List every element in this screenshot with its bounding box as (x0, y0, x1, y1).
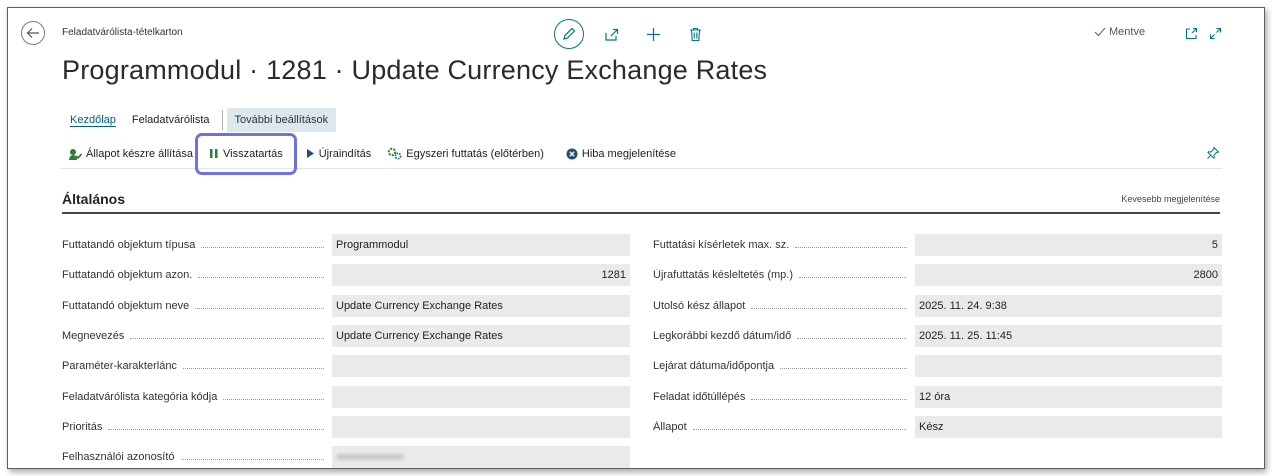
category-code-field[interactable] (332, 385, 630, 408)
field-row: Állapot Kész (653, 412, 1222, 442)
field-label: Futtatandó objektum típusa (62, 239, 324, 251)
field-row: Futtatandó objektum azon. 1281 (62, 260, 630, 290)
field-row: Prioritás (62, 412, 630, 442)
field-label: Utolsó kész állapot (653, 300, 907, 312)
field-row: Felhasználói azonosító (62, 442, 630, 472)
field-label: Futtatandó objektum neve (62, 300, 324, 312)
check-icon (1094, 27, 1106, 37)
breadcrumb: Feladatvárólista-tételkarton (62, 27, 183, 38)
field-row: Megnevezés Update Currency Exchange Rate… (62, 321, 630, 351)
hold-button[interactable]: Visszatartás (195, 132, 297, 175)
rerun-delay-field[interactable]: 2800 (915, 264, 1222, 287)
priority-field[interactable] (332, 415, 630, 438)
arrow-left-icon (26, 28, 39, 38)
field-row: Paraméter-karakterlánc (62, 351, 630, 381)
parameter-string-field[interactable] (332, 355, 630, 378)
field-row: Legkorábbi kezdő dátum/idő 2025. 11. 25.… (653, 321, 1222, 351)
field-label: Futtatandó objektum azon. (62, 269, 324, 281)
general-fields-right: Futtatási kísérletek max. sz. 5 Újrafutt… (653, 230, 1222, 442)
redacted-value (336, 454, 404, 461)
show-error-label: Hiba megjelenítése (581, 147, 677, 160)
field-row: Újrafuttatás késleltetés (mp.) 2800 (653, 260, 1222, 290)
show-error-button[interactable]: Hiba megjelenítése (558, 139, 684, 169)
expand-button[interactable] (1206, 24, 1224, 42)
page-title: Programmodul · 1281 · Update Currency Ex… (62, 55, 768, 85)
field-label: Paraméter-karakterlánc (62, 360, 324, 372)
field-label: Megnevezés (62, 330, 324, 342)
field-label: Felhasználói azonosító (62, 451, 324, 463)
run-once-button[interactable]: Egyszeri futtatás (előtérben) (379, 139, 552, 169)
field-label: Lejárat dátuma/időpontja (653, 360, 907, 372)
field-label: Újrafuttatás késleltetés (mp.) (653, 269, 907, 281)
status-ready-icon (68, 147, 82, 161)
restart-button[interactable]: Újraindítás (297, 139, 380, 169)
error-icon (566, 148, 578, 160)
section-title[interactable]: Általános (62, 191, 125, 207)
delete-button[interactable] (684, 23, 706, 45)
section-general-header: Általános Kevesebb megjelenítése (62, 186, 1220, 214)
play-icon (305, 148, 315, 159)
back-button[interactable] (21, 21, 45, 45)
field-row: Feladat időtúllépés 12 óra (653, 381, 1222, 411)
restart-label: Újraindítás (318, 147, 372, 160)
show-less-link[interactable]: Kevesebb megjelenítése (1121, 194, 1220, 204)
object-name-field[interactable]: Update Currency Exchange Rates (332, 294, 630, 317)
gears-icon (387, 147, 402, 160)
earliest-start-field[interactable]: 2025. 11. 25. 11:45 (915, 325, 1222, 348)
expiration-field[interactable] (915, 355, 1222, 378)
pencil-icon (563, 27, 576, 40)
saved-status: Mentve (1094, 26, 1145, 38)
run-once-label: Egyszeri futtatás (előtérben) (406, 147, 544, 160)
share-icon (604, 28, 618, 41)
saved-label: Mentve (1109, 26, 1146, 38)
action-bar: Állapot készre állítása Visszatartás Újr… (60, 132, 1222, 175)
open-new-window-button[interactable] (1182, 24, 1200, 42)
field-label: Állapot (653, 421, 907, 433)
field-row: Utolsó kész állapot 2025. 11. 24. 9:38 (653, 291, 1222, 321)
object-id-field[interactable]: 1281 (332, 264, 630, 287)
set-status-ready-button[interactable]: Állapot készre állítása (60, 139, 201, 169)
tab-home[interactable]: Kezdőlap (62, 108, 124, 132)
description-field[interactable]: Update Currency Exchange Rates (332, 325, 630, 348)
expand-icon (1209, 27, 1221, 39)
job-timeout-field[interactable]: 12 óra (915, 385, 1222, 408)
status-field[interactable]: Kész (915, 415, 1222, 438)
hold-label: Visszatartás (223, 147, 283, 160)
last-ready-state-field[interactable]: 2025. 11. 24. 9:38 (915, 294, 1222, 317)
field-label: Feladat időtúllépés (653, 391, 907, 403)
field-row: Feladatvárólista kategória kódja (62, 381, 630, 411)
tab-more-options[interactable]: További beállítások (226, 108, 337, 132)
tab-separator (221, 110, 223, 130)
window-controls (1176, 24, 1224, 42)
job-queue-entry-card: Feladatvárólista-tételkarton Mentve Prog… (7, 7, 1265, 469)
field-label: Legkorábbi kezdő dátum/idő (653, 330, 907, 342)
tab-job-queue[interactable]: Feladatvárólista (124, 108, 218, 132)
new-button[interactable] (642, 23, 664, 45)
field-row: Futtatási kísérletek max. sz. 5 (653, 230, 1222, 260)
general-fields-left: Futtatandó objektum típusa Programmodul … (62, 230, 630, 472)
set-status-ready-label: Állapot készre állítása (86, 147, 193, 160)
max-attempts-field[interactable]: 5 (915, 234, 1222, 257)
field-label: Futtatási kísérletek max. sz. (653, 239, 907, 251)
field-row: Futtatandó objektum típusa Programmodul (62, 230, 630, 260)
plus-icon (646, 27, 660, 41)
field-label: Prioritás (62, 421, 324, 433)
field-row: Lejárat dátuma/időpontja (653, 351, 1222, 381)
top-actions (554, 19, 726, 49)
action-tabs: Kezdőlap Feladatvárólista További beállí… (62, 107, 337, 133)
edit-button[interactable] (554, 19, 584, 49)
object-type-field[interactable]: Programmodul (332, 234, 630, 257)
field-row: Futtatandó objektum neve Update Currency… (62, 291, 630, 321)
share-button[interactable] (600, 23, 622, 45)
pin-button[interactable] (1206, 146, 1220, 163)
open-in-new-icon (1185, 27, 1197, 39)
pause-icon (209, 148, 219, 159)
pin-icon (1207, 146, 1220, 159)
user-id-field[interactable] (332, 446, 630, 469)
trash-icon (689, 27, 701, 41)
field-label: Feladatvárólista kategória kódja (62, 391, 324, 403)
